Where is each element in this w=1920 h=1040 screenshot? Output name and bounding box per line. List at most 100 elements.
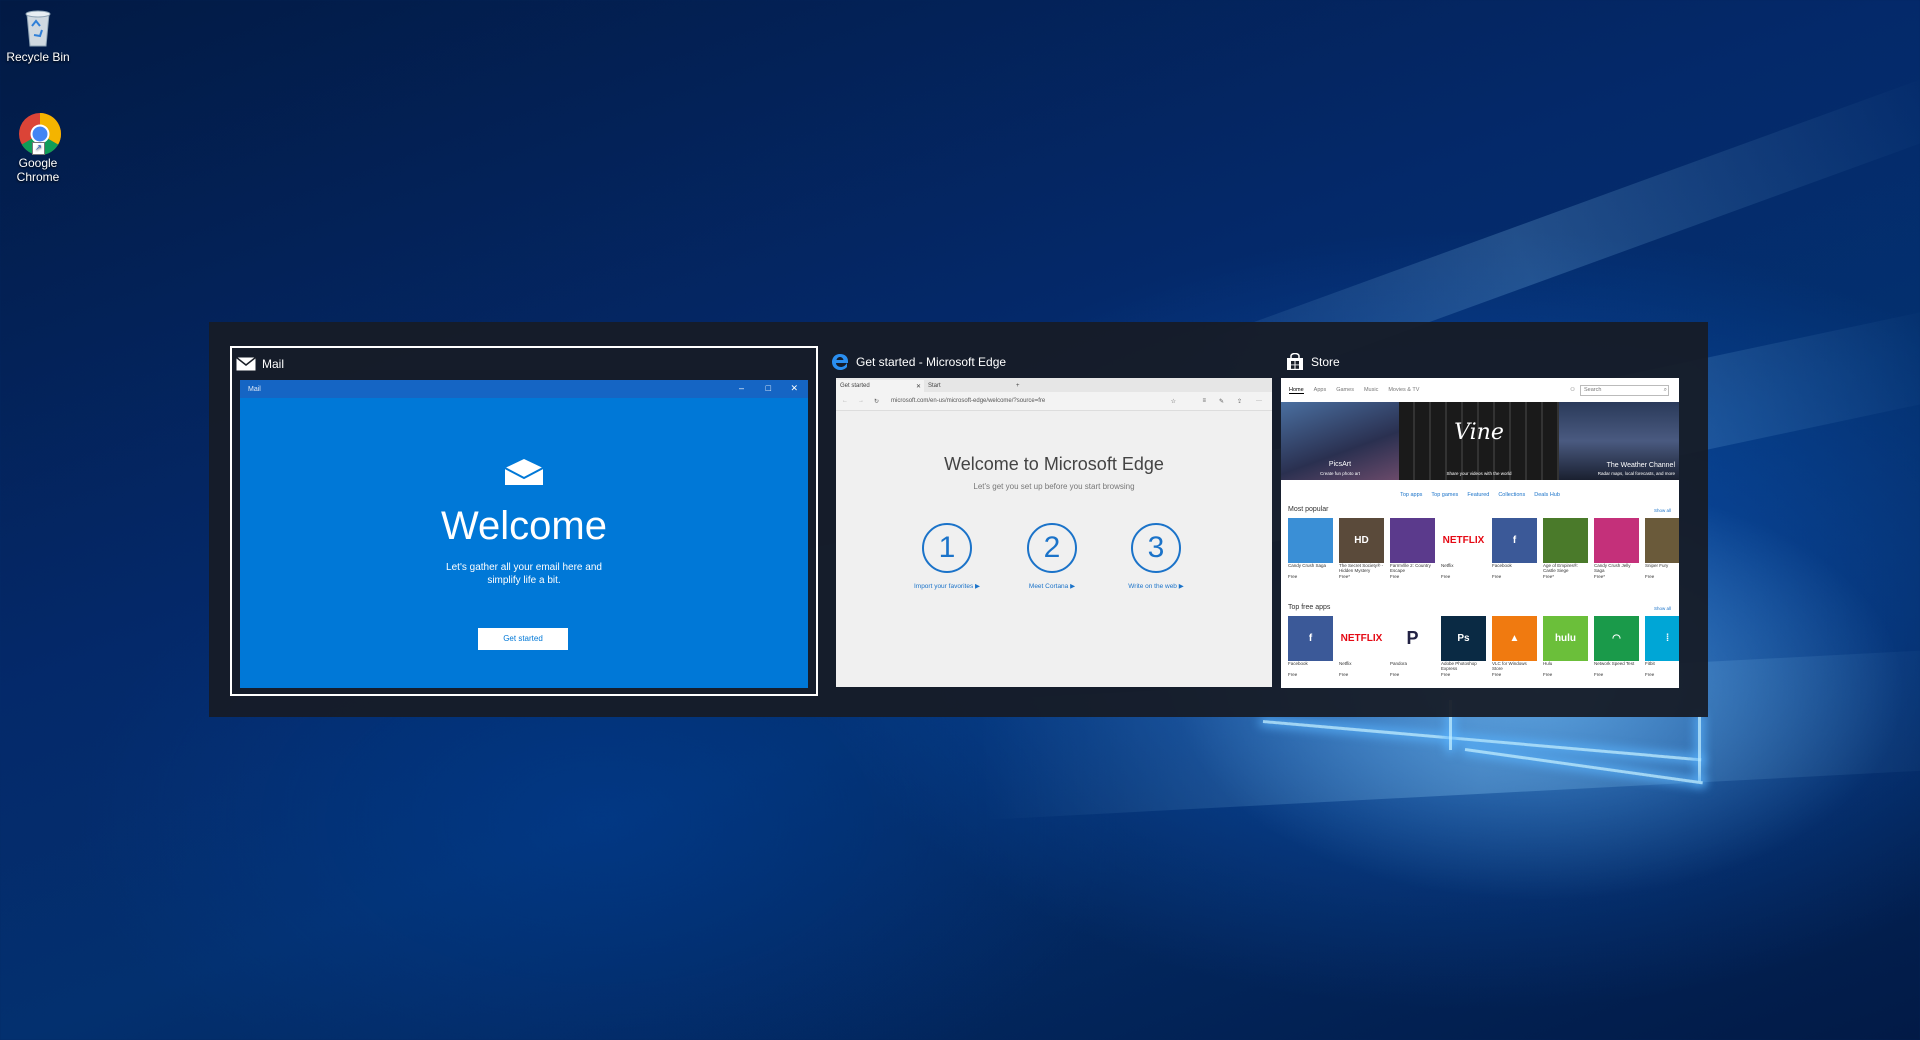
app-price: Free [1645,672,1655,677]
app-name: Facebook [1492,563,1512,568]
switcher-tile-edge[interactable]: Get started - Microsoft Edge Get started… [826,346,1272,696]
top-free-row: f Facebook Free NETFLIX Netflix Free P Pandora F… [1288,616,1679,678]
most-popular-heading: Most popular [1288,506,1329,513]
mail-welcome-subtitle-2: simplify life a bit. [487,575,561,586]
chrome-label-line2: Chrome [16,170,60,184]
store-app-item[interactable]: f Facebook Free [1492,518,1538,580]
app-name: Facebook [1288,661,1308,666]
store-app-item[interactable]: ⁞ Fitbit Free [1645,616,1679,678]
app-tile-icon: HD [1339,518,1384,563]
chrome-icon: ↗ [18,112,62,156]
app-tile-icon [1288,518,1333,563]
user-icon: ⚇ [1570,387,1575,393]
edge-tab-get-started: Get started ✕ [836,380,924,392]
store-nav-music: Music [1363,387,1379,393]
switcher-tile-mail[interactable]: Mail Mail – □ ✕ Welcome Let's gather all… [230,346,818,696]
edge-step-3[interactable]: 3 Write on the web ▶ [1111,523,1201,590]
app-tile-icon: Ps [1441,616,1486,661]
desktop-icon-google-chrome[interactable]: ↗ Google Chrome [0,112,76,184]
app-tile-icon: NETFLIX [1441,518,1486,563]
store-app-item[interactable]: hulu Hulu Free [1543,616,1589,678]
store-nav-home: Home [1289,386,1304,394]
app-price: Free [1441,672,1451,677]
store-app-item[interactable]: Sniper Fury Free [1645,518,1679,580]
app-price: Free [1390,672,1400,677]
show-all-free: Show all [1653,606,1671,611]
app-name: Sniper Fury [1645,563,1669,568]
get-started-button[interactable]: Get started [478,628,568,650]
store-app-item[interactable]: HD The Secret Society® - Hidden Mystery Fr… [1339,518,1385,580]
store-app-item[interactable]: Ps Adobe Photoshop Express Free [1441,616,1487,678]
app-price: Free [1441,574,1451,579]
mail-title: Mail [262,357,285,371]
store-app-item[interactable]: Candy Crush Saga Free [1288,518,1334,580]
app-price: Free* [1339,574,1351,579]
store-app-item[interactable]: P Pandora Free [1390,616,1436,678]
app-tile-icon [1390,518,1435,563]
top-free-heading: Top free apps [1288,604,1331,611]
store-title: Store [1311,355,1340,369]
more-icon: ··· [1256,398,1262,404]
store-app-item[interactable]: ◠ Network Speed Test Free [1594,616,1640,678]
app-name: Candy Crush Saga [1288,563,1327,568]
edge-welcome-subtitle: Let's get you set up before you start br… [973,482,1135,491]
store-search-input: Search [1580,384,1669,396]
app-price: Free [1594,672,1604,677]
recycle-bin-icon [18,6,58,47]
app-price: Free [1288,672,1298,677]
store-app-item[interactable]: f Facebook Free [1288,616,1334,678]
edge-title: Get started - Microsoft Edge [856,355,1007,369]
store-nav-apps: Apps [1313,387,1327,393]
store-app-item[interactable]: Candy Crush Jelly Saga Free* [1594,518,1640,580]
store-app-item[interactable]: Age of Empires®: Castle Siege Free* [1543,518,1589,580]
link-featured: Featured [1467,492,1490,498]
edge-step-1[interactable]: 1 Import your favorites ▶ [902,523,992,590]
forward-icon: → [858,398,864,404]
app-name: Pandora [1390,661,1408,666]
desktop-icon-recycle-bin[interactable]: Recycle Bin [0,6,76,64]
task-switcher: Mail Mail – □ ✕ Welcome Let's gather all… [209,322,1708,717]
edge-tab-start: Start [928,383,941,389]
edge-tab-strip: Get started ✕ Start + [836,378,1272,392]
app-price: Free [1492,574,1502,579]
store-nav-movies: Movies & TV [1388,387,1420,393]
edge-step-2[interactable]: 2 Meet Cortana ▶ [1007,523,1097,590]
store-links: Top apps Top games Featured Collections … [1281,492,1679,498]
minimize-icon: – [738,383,744,393]
refresh-icon: ↻ [874,398,880,405]
envelope-icon [504,458,544,491]
app-name: Fitbit [1645,661,1655,666]
edge-thumbnail: Get started ✕ Start + ← → ↻ microsoft.co… [836,378,1272,687]
store-app-item[interactable]: ▲ VLC for Windows Store Free [1492,616,1538,678]
store-hero-banner: PicsArt Create fun photo art Vine Share … [1281,402,1679,480]
share-icon: ⇪ [1236,398,1242,405]
app-name: Hulu [1543,661,1553,666]
app-name: Network Speed Test [1594,661,1635,666]
hero-vine: Vine Share your videos with the world [1399,402,1559,480]
edge-url: microsoft.com/en-us/microsoft-edge/welco… [891,398,1046,404]
app-tile-icon: ⁞ [1645,616,1679,661]
link-top-apps: Top apps [1400,492,1423,498]
chrome-label-line1: Google [18,156,58,170]
app-tile-icon [1543,518,1588,563]
store-icon [1285,352,1305,372]
app-name: Candy Crush Jelly Saga [1594,563,1631,573]
store-app-item[interactable]: FarmVille 2: Country Escape Free [1390,518,1436,580]
edge-address-bar: ← → ↻ microsoft.com/en-us/microsoft-edge… [836,392,1272,411]
switcher-tile-store[interactable]: Store Home Apps Games Music Movies & TV … [1281,346,1691,696]
app-tile-icon: NETFLIX [1339,616,1384,661]
link-collections: Collections [1498,492,1526,498]
mail-welcome-heading: Welcome [441,504,607,548]
back-icon: ← [842,398,848,404]
store-app-item[interactable]: NETFLIX Netflix Free [1339,616,1385,678]
hero-picsart: PicsArt Create fun photo art [1281,402,1399,480]
app-name: FarmVille 2: Country Escape [1390,563,1431,573]
store-app-item[interactable]: NETFLIX Netflix Free [1441,518,1487,580]
mail-window-title: Mail [248,385,261,393]
mail-icon [236,354,256,374]
store-nav-bar: Home Apps Games Music Movies & TV ⚇ Sear… [1281,378,1679,402]
close-icon: ✕ [915,383,921,390]
app-tile-icon: ▲ [1492,616,1537,661]
mail-welcome-pane: Welcome Let's gather all your email here… [240,398,808,688]
shortcut-arrow-icon: ↗ [32,142,45,155]
